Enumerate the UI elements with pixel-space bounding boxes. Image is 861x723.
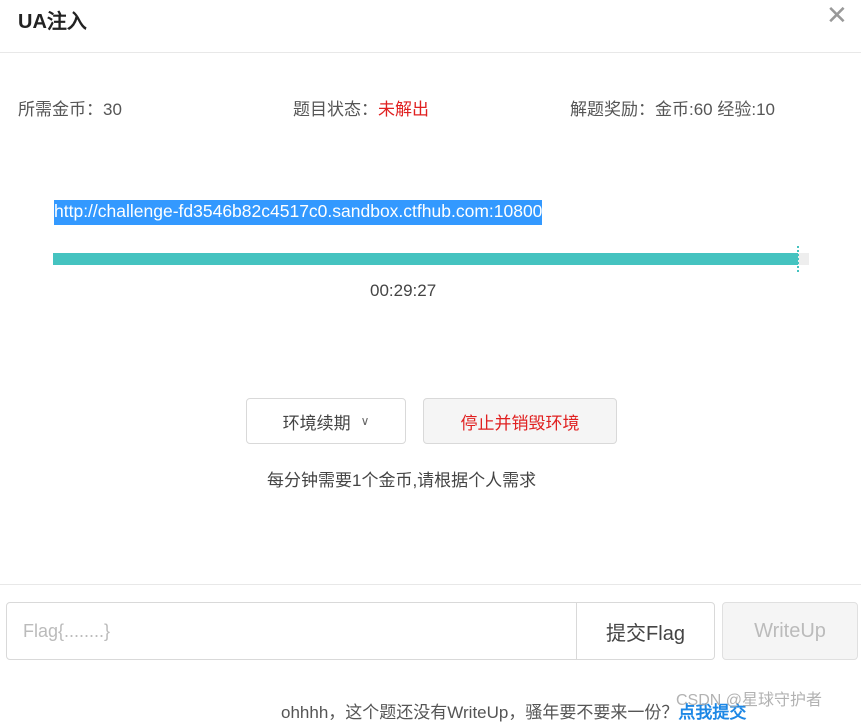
renew-environment-dropdown[interactable]: 环境续期 ∨ [246, 398, 406, 444]
writeup-note-text: ohhhh，这个题还没有WriteUp，骚年要不要来一份？ [281, 703, 679, 722]
cost-notice: 每分钟需要1个金币,请根据个人需求 [267, 471, 537, 490]
status-badge: 未解出 [378, 100, 429, 119]
close-icon[interactable]: ✕ [826, 2, 848, 28]
dialog-header: UA注入 ✕ [0, 0, 861, 53]
challenge-status: 题目状态：未解出 [293, 95, 429, 120]
status-label: 题目状态： [293, 100, 378, 119]
progress-end-marker [797, 246, 801, 272]
dialog-title: UA注入 [18, 11, 87, 33]
chevron-down-icon: ∨ [360, 414, 370, 428]
submit-flag-button[interactable]: 提交Flag [576, 602, 715, 660]
progress-fill [53, 253, 798, 265]
divider [0, 584, 861, 585]
writeup-button: WriteUp [722, 602, 858, 660]
flag-input[interactable] [6, 602, 577, 660]
coins-required: 所需金币：30 [18, 100, 122, 119]
time-progress-bar [53, 253, 809, 265]
stop-destroy-button[interactable]: 停止并销毁环境 [423, 398, 617, 444]
renew-label: 环境续期 [282, 413, 351, 433]
challenge-url-link[interactable]: http://challenge-fd3546b82c4517c0.sandbo… [54, 200, 543, 225]
countdown-timer: 00:29:27 [370, 281, 437, 300]
watermark: CSDN @星球守护者 [676, 692, 823, 709]
solve-reward: 解题奖励：金币:60 经验:10 [570, 100, 775, 119]
